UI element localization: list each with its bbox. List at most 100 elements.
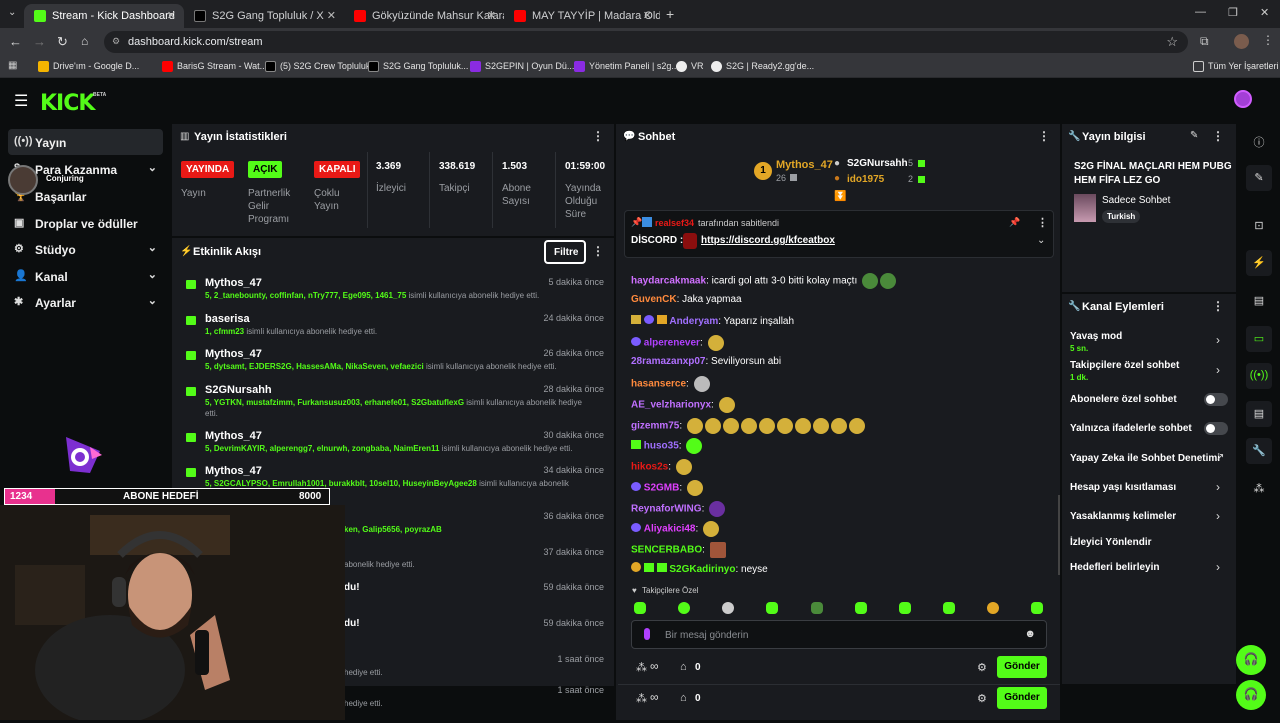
emote[interactable] [987, 602, 999, 614]
minimize-icon[interactable]: — [1195, 6, 1206, 18]
chevron-down-icon[interactable]: ⌄ [1037, 235, 1045, 246]
more-options-icon[interactable]: ⋮ [1212, 299, 1224, 313]
chat-username[interactable]: ReynaforWING [631, 504, 702, 515]
profile-avatar[interactable] [1234, 34, 1249, 49]
gift-sub-icon[interactable]: ⁂ [636, 692, 647, 705]
more-options-icon[interactable]: ⋮ [1038, 129, 1050, 143]
sidebar-item-ayarlar[interactable]: ✱ Ayarlar ⌄ [8, 289, 163, 315]
back-icon[interactable]: ← [9, 34, 22, 49]
apps-grid-icon[interactable]: ▦ [8, 60, 17, 71]
pin-icon[interactable]: 📌 [1009, 217, 1020, 228]
kick-logo[interactable]: KICK [40, 91, 95, 116]
mic-icon[interactable] [644, 628, 650, 640]
extensions-icon[interactable]: ⧉ [1200, 34, 1209, 49]
chat-username[interactable]: S2GKadirinyo [669, 564, 735, 575]
pinned-link[interactable]: https://discord.gg/kfceatbox [701, 235, 835, 246]
more-options-icon[interactable]: ⋮ [1212, 129, 1224, 143]
expand-icon[interactable]: ⏬ [834, 191, 846, 202]
bookmark-s2g-gang[interactable]: S2G Gang Topluluk... [368, 61, 468, 72]
chat-username[interactable]: GuvenCK [631, 294, 677, 305]
edit-pen-icon[interactable]: ✎ [1246, 165, 1272, 191]
chevron-right-icon[interactable]: › [1216, 509, 1224, 523]
layout-icon[interactable]: ▤ [1246, 401, 1272, 427]
chat-username[interactable]: AE_velzharionyx [631, 400, 711, 411]
wrench-icon[interactable]: 🔧 [1246, 438, 1272, 464]
shop-icon[interactable]: ⌂ [680, 692, 687, 704]
chevron-right-icon[interactable]: › [1216, 333, 1224, 347]
chevron-right-icon[interactable]: › [1216, 363, 1224, 377]
screen-capture-icon[interactable]: ⊡ [1246, 213, 1272, 239]
tab-youtube-1[interactable]: Gökyüzünde Mahsur Kalarak 30 ✕ [344, 4, 504, 28]
send-button[interactable]: Gönder [997, 656, 1047, 678]
chat-username[interactable]: Aliyakici48 [644, 524, 696, 535]
support-icon[interactable]: 🎧 [1236, 680, 1266, 710]
shop-icon[interactable]: ⌂ [680, 661, 687, 673]
close-tab-icon[interactable]: ✕ [327, 9, 336, 22]
action-account-age[interactable]: Hesap yaşı kısıtlaması [1070, 482, 1176, 493]
external-link-icon[interactable]: ↗ [1216, 452, 1224, 463]
site-info-icon[interactable]: ⚙ [112, 36, 120, 47]
emote[interactable] [678, 602, 690, 614]
emoji-icon[interactable]: ☻ [1024, 628, 1036, 640]
close-tab-icon[interactable]: ✕ [643, 9, 652, 22]
bookmark-star-icon[interactable]: ☆ [1166, 34, 1178, 50]
sidebar-item-studyo[interactable]: ⚙ Stüdyo ⌄ [8, 236, 163, 262]
tab-kick-dashboard[interactable]: Stream - Kick Dashboard ✕ [24, 4, 184, 28]
language-tag[interactable]: Turkish [1102, 210, 1141, 223]
new-tab-icon[interactable]: + [666, 6, 674, 22]
browser-menu-icon[interactable]: ⋮ [1262, 33, 1274, 47]
tab-youtube-2[interactable]: MAY TAYYİP | Madara Olduk #6 ✕ [504, 4, 660, 28]
subscribers-only-toggle[interactable] [1204, 393, 1228, 406]
bookmark-vr[interactable]: VR [676, 61, 704, 72]
support-icon[interactable]: 🎧 [1236, 645, 1266, 675]
chat-username[interactable]: haydarcakmaak [631, 276, 706, 287]
chat-input[interactable]: Bir mesaj gönderin ☻ [631, 620, 1047, 649]
chat-username[interactable]: hasanserce [631, 379, 686, 390]
broadcast-icon[interactable]: ((•)) [1246, 363, 1272, 389]
maximize-icon[interactable]: ❐ [1228, 6, 1238, 19]
reload-icon[interactable]: ↻ [57, 34, 68, 50]
bookmark-yonetim[interactable]: Yönetim Paneli | s2g... [574, 61, 679, 72]
filter-button[interactable]: Filtre [544, 240, 586, 264]
address-bar[interactable]: ⚙ dashboard.kick.com/stream ☆ [104, 31, 1188, 53]
share-icon[interactable]: ⁂ [1246, 476, 1272, 502]
chat-username[interactable]: SENCERBABO [631, 545, 702, 556]
bookmark-ready2[interactable]: S2G | Ready2.gg'de... [711, 61, 814, 72]
sidebar-item-droplar[interactable]: ▣ Droplar ve ödüller [8, 210, 163, 236]
user-avatar[interactable] [1234, 90, 1252, 108]
edit-icon[interactable]: ✎ [1190, 130, 1198, 141]
document-icon[interactable]: ▤ [1246, 288, 1272, 314]
chat-username[interactable]: S2GMB [644, 483, 680, 494]
all-bookmarks[interactable]: Tüm Yer İşaretleri [1193, 61, 1279, 72]
chat-settings-icon[interactable]: ⚙ [977, 692, 987, 705]
close-tab-icon[interactable]: ✕ [167, 9, 176, 22]
hamburger-menu-icon[interactable]: ☰ [14, 91, 28, 111]
emote[interactable] [634, 602, 646, 614]
chat-username[interactable]: huso35 [644, 441, 679, 452]
home-icon[interactable]: ⌂ [81, 34, 88, 48]
more-options-icon[interactable]: ⋮ [592, 244, 604, 258]
action-banned-words[interactable]: Yasaklanmış kelimeler [1070, 511, 1176, 522]
category-name[interactable]: Sadece Sohbet [1102, 195, 1170, 206]
tab-list-icon[interactable]: ⌄ [8, 7, 16, 18]
emote[interactable] [722, 602, 734, 614]
emote[interactable] [766, 602, 778, 614]
chevron-right-icon[interactable]: › [1216, 480, 1224, 494]
bookmark-drive[interactable]: Drive'ım - Google D... [38, 61, 139, 72]
action-goals[interactable]: Hedefleri belirleyin [1070, 562, 1159, 573]
bookmark-s2g-crew[interactable]: (5) S2G Crew Topluluk... [265, 61, 378, 72]
chat-settings-icon[interactable]: ⚙ [977, 661, 987, 674]
bookmark-barisg[interactable]: BarisG Stream - Wat... [162, 61, 267, 72]
action-slow-mode[interactable]: Yavaş mod 5 sn. [1070, 331, 1122, 353]
chat-username[interactable]: Anderyam [669, 316, 718, 327]
close-window-icon[interactable]: ✕ [1260, 6, 1269, 19]
chevron-right-icon[interactable]: › [1216, 560, 1224, 574]
emote[interactable] [899, 602, 911, 614]
chat-username[interactable]: alperenever [644, 338, 700, 349]
bookmark-s2gepin[interactable]: S2GEPIN | Oyun Dü... [470, 61, 574, 72]
sidebar-item-kanal[interactable]: 👤 Kanal ⌄ [8, 263, 163, 289]
chat-username[interactable]: gizemm75 [631, 421, 679, 432]
action-ai-moderation[interactable]: Yapay Zeka ile Sohbet Denetimi [1070, 453, 1220, 464]
forward-icon[interactable]: → [33, 34, 46, 49]
action-raid[interactable]: İzleyici Yönlendir [1070, 537, 1152, 548]
